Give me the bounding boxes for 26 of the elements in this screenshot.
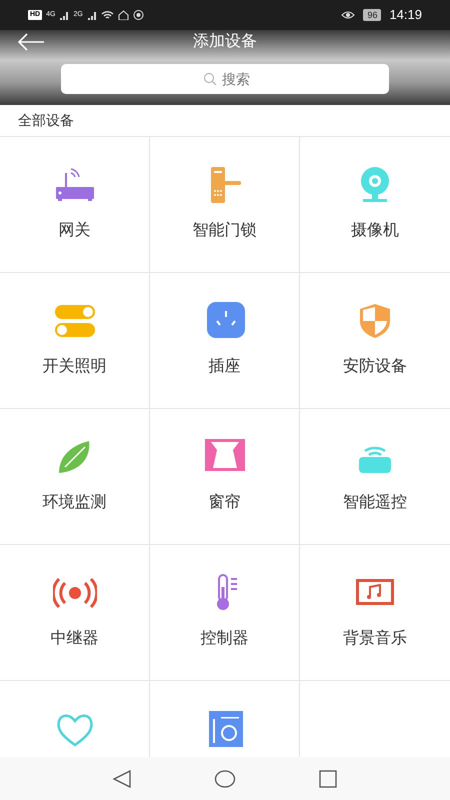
device-label[interactable]: 背景音乐 [343,627,407,651]
battery-indicator: 96 [363,9,382,21]
device-label[interactable]: 安防设备 [343,355,407,379]
back-arrow-icon[interactable] [16,33,46,51]
device-label[interactable]: 开关照明 [42,355,106,379]
device-label[interactable]: 智能门锁 [192,219,256,243]
signal-icon [59,10,70,20]
device-label[interactable]: 中继器 [50,627,98,651]
signal-icon [86,10,97,20]
search-icon [203,72,217,86]
clock: 14:19 [389,6,422,24]
device-label[interactable]: 网关 [58,219,90,243]
search-field[interactable]: 搜索 [61,64,389,94]
device-label[interactable]: 环境监测 [42,491,106,515]
wifi-icon [100,10,114,20]
recents-nav-icon[interactable] [318,768,338,788]
page-title: 添加设备 [193,32,257,52]
section-title: 全部设备 [18,111,74,130]
device-label[interactable]: 控制器 [200,627,248,651]
back-nav-icon[interactable] [112,768,132,788]
device-label[interactable]: 摄像机 [351,219,399,243]
home-icon [118,10,129,20]
device-label[interactable]: 智能遥控 [343,491,407,515]
device-label[interactable]: 插座 [208,355,240,379]
device-label[interactable]: 窗帘 [208,491,240,515]
home-nav-icon[interactable] [214,768,236,788]
